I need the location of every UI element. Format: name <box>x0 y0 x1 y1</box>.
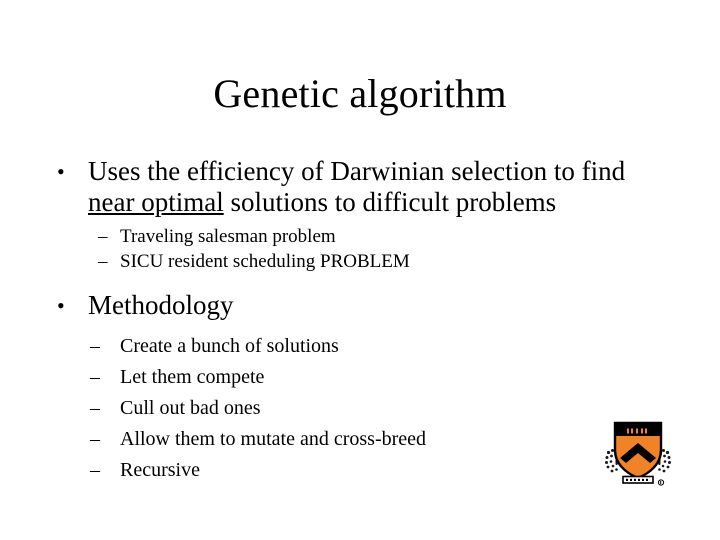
sub-bullet-item-create-solutions: – Create a bunch of solutions <box>52 331 664 362</box>
bullet-text-segment-before: Uses the efficiency of Darwinian selecti… <box>88 156 626 186</box>
registered-trademark-icon <box>657 479 665 486</box>
bullet-item-uses-efficiency: • Uses the efficiency of Darwinian selec… <box>52 156 664 218</box>
sub-bullet-label: Allow them to mutate and cross-breed <box>120 428 427 450</box>
bullet-item-methodology: • Methodology <box>52 290 664 321</box>
sub-bullet-label: Let them compete <box>120 366 265 388</box>
dash-icon: – <box>98 226 108 247</box>
bullet-item-text: Uses the efficiency of Darwinian selecti… <box>88 156 664 218</box>
sub-bullet-group-methodology-steps: – Create a bunch of solutions – Let them… <box>52 331 664 486</box>
dash-icon: – <box>90 459 100 481</box>
sub-bullet-item-sicu-scheduling: – SICU resident scheduling PROBLEM <box>52 249 664 274</box>
sub-bullet-label: SICU resident scheduling PROBLEM <box>120 251 410 272</box>
dash-icon: – <box>90 397 100 419</box>
sub-bullet-label: Cull out bad ones <box>120 397 261 419</box>
sub-bullet-item-cull-bad-ones: – Cull out bad ones <box>52 393 664 424</box>
slide-canvas: Genetic algorithm • Uses the efficiency … <box>0 0 720 540</box>
princeton-shield-logo <box>600 410 676 490</box>
sub-bullet-label: Traveling salesman problem <box>120 226 336 247</box>
bullet-item-text: Methodology <box>88 290 234 320</box>
dash-icon: – <box>98 251 108 272</box>
princeton-shield-icon <box>605 421 671 486</box>
sub-bullet-group-examples: – Traveling salesman problem – SICU resi… <box>52 224 664 274</box>
sub-bullet-label: Create a bunch of solutions <box>120 335 339 357</box>
bullet-dot-icon: • <box>57 159 65 184</box>
dash-icon: – <box>90 366 100 388</box>
sub-bullet-item-traveling-salesman: – Traveling salesman problem <box>52 224 664 249</box>
slide-title: Genetic algorithm <box>213 71 507 116</box>
shield-top-edge <box>615 423 661 427</box>
sub-bullet-item-let-them-compete: – Let them compete <box>52 362 664 393</box>
dash-icon: – <box>90 428 100 450</box>
bullet-text-segment-after: solutions to difficult problems <box>223 187 557 217</box>
sub-bullet-item-mutate-cross-breed: – Allow them to mutate and cross-breed <box>52 424 664 455</box>
bullet-dot-icon: • <box>57 293 65 318</box>
dash-icon: – <box>90 335 100 357</box>
sub-bullet-item-recursive: – Recursive <box>52 455 664 486</box>
bullet-text-underlined: near optimal <box>88 187 224 217</box>
seal-banner <box>622 475 654 484</box>
sub-bullet-label: Recursive <box>120 459 200 481</box>
slide-body: • Uses the efficiency of Darwinian selec… <box>52 156 664 486</box>
